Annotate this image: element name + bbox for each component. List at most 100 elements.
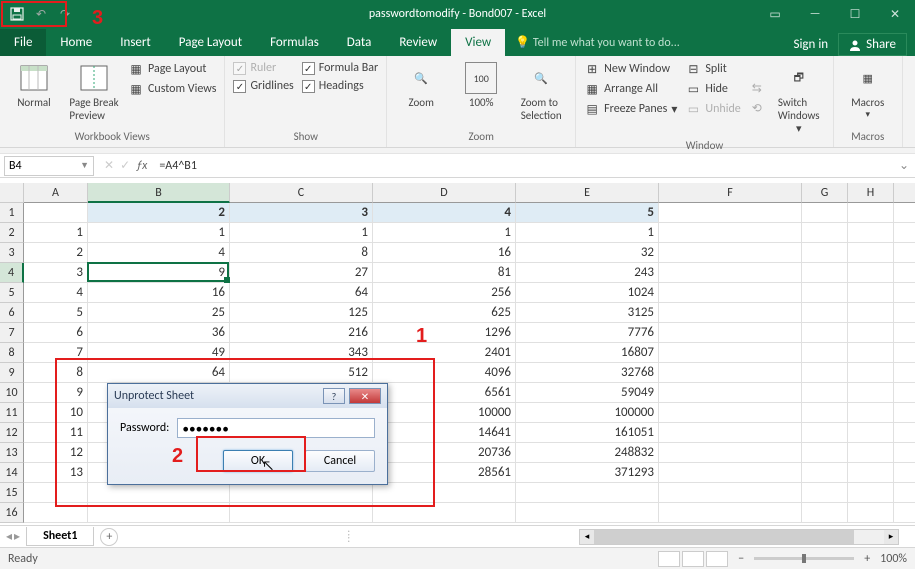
cell[interactable]: 27 (230, 263, 373, 283)
tab-data[interactable]: Data (333, 29, 386, 56)
cell[interactable] (802, 323, 848, 343)
cell[interactable]: 6 (24, 323, 88, 343)
cell[interactable] (894, 303, 915, 323)
cell[interactable] (802, 243, 848, 263)
cell[interactable]: 4 (88, 243, 230, 263)
cell[interactable] (894, 383, 915, 403)
cell[interactable] (894, 223, 915, 243)
cell[interactable] (894, 343, 915, 363)
cell[interactable]: 1 (516, 223, 659, 243)
cell[interactable] (848, 363, 894, 383)
cell[interactable]: 28561 (373, 463, 516, 483)
cell[interactable] (894, 283, 915, 303)
cell[interactable]: 32 (516, 243, 659, 263)
cell[interactable] (848, 283, 894, 303)
cell[interactable]: 2401 (373, 343, 516, 363)
zoom-in-button[interactable]: + (864, 552, 870, 566)
cell[interactable] (848, 323, 894, 343)
expand-formula-icon[interactable]: ⌄ (893, 158, 915, 173)
headings-checkbox[interactable]: ✓Headings (300, 78, 380, 94)
cell[interactable] (802, 423, 848, 443)
cell[interactable] (802, 383, 848, 403)
save-icon[interactable] (6, 3, 28, 25)
cell[interactable]: 371293 (516, 463, 659, 483)
formula-bar-checkbox[interactable]: ✓Formula Bar (300, 60, 380, 76)
row-header-14[interactable]: 14 (0, 463, 24, 483)
cell[interactable] (659, 283, 802, 303)
cell[interactable] (802, 463, 848, 483)
cell[interactable] (802, 223, 848, 243)
cell[interactable] (802, 303, 848, 323)
cell[interactable]: 3 (230, 203, 373, 223)
cell[interactable] (802, 483, 848, 503)
cell[interactable] (894, 503, 915, 523)
cell[interactable]: 5 (516, 203, 659, 223)
cell[interactable]: 7 (24, 343, 88, 363)
arrange-all-button[interactable]: ▦Arrange All (582, 80, 679, 98)
page-layout-button[interactable]: ▦Page Layout (126, 60, 218, 78)
macros-button[interactable]: ▦Macros▾ (840, 60, 896, 122)
formula-input[interactable]: =A4^B1 (153, 159, 893, 173)
split-button[interactable]: ⊟Split (683, 60, 742, 78)
reset-pos-button[interactable]: ⟲ (747, 100, 767, 118)
zoom-selection-button[interactable]: 🔍Zoom to Selection (513, 60, 569, 124)
cell[interactable]: 81 (373, 263, 516, 283)
cell[interactable]: 14641 (373, 423, 516, 443)
cell[interactable]: 49 (88, 343, 230, 363)
cell[interactable]: 9 (24, 383, 88, 403)
column-header-C[interactable]: C (230, 183, 373, 203)
cell[interactable]: 13 (24, 463, 88, 483)
cell[interactable] (24, 203, 88, 223)
cell[interactable] (802, 363, 848, 383)
cell[interactable]: 20736 (373, 443, 516, 463)
row-header-13[interactable]: 13 (0, 443, 24, 463)
column-header-E[interactable]: E (516, 183, 659, 203)
row-header-9[interactable]: 9 (0, 363, 24, 383)
cell[interactable] (230, 483, 373, 503)
cell[interactable]: 16 (373, 243, 516, 263)
gridlines-checkbox[interactable]: ✓Gridlines (231, 78, 295, 94)
cell[interactable]: 2 (88, 203, 230, 223)
redo-icon[interactable]: ↷ (54, 3, 76, 25)
tell-me-search[interactable]: 💡 Tell me what you want to do... (505, 29, 783, 56)
cell[interactable] (848, 383, 894, 403)
column-header-B[interactable]: B (88, 183, 230, 203)
cell[interactable] (659, 223, 802, 243)
row-header-16[interactable]: 16 (0, 503, 24, 523)
minimize-icon[interactable]: — (795, 0, 835, 28)
cell[interactable] (659, 443, 802, 463)
cancel-formula-icon[interactable]: ✕ (104, 158, 114, 173)
cell[interactable]: 36 (88, 323, 230, 343)
cell[interactable]: 625 (373, 303, 516, 323)
cell[interactable]: 12 (24, 443, 88, 463)
cell[interactable]: 8 (230, 243, 373, 263)
enter-formula-icon[interactable]: ✓ (120, 158, 130, 173)
cell[interactable]: 1 (24, 223, 88, 243)
cell[interactable] (659, 403, 802, 423)
row-header-15[interactable]: 15 (0, 483, 24, 503)
cell[interactable]: 1 (373, 223, 516, 243)
cell[interactable] (848, 203, 894, 223)
page-break-preview-button[interactable]: Page Break Preview (66, 60, 122, 124)
cell[interactable] (848, 343, 894, 363)
cell[interactable] (659, 503, 802, 523)
cell[interactable] (24, 483, 88, 503)
cell[interactable] (894, 203, 915, 223)
sign-in-link[interactable]: Sign in (783, 33, 838, 56)
cancel-button[interactable]: Cancel (305, 450, 375, 472)
cell[interactable]: 216 (230, 323, 373, 343)
dialog-close-button[interactable]: ✕ (349, 388, 381, 404)
cell[interactable] (88, 503, 230, 523)
cell[interactable] (659, 363, 802, 383)
cell[interactable]: 2 (24, 243, 88, 263)
cell[interactable]: 1 (230, 223, 373, 243)
cell[interactable] (848, 303, 894, 323)
select-all-corner[interactable] (0, 183, 24, 203)
cell[interactable] (894, 243, 915, 263)
switch-windows-button[interactable]: 🗗Switch Windows ▾ (771, 60, 827, 137)
zoom-level[interactable]: 100% (880, 552, 907, 566)
column-header-A[interactable]: A (24, 183, 88, 203)
row-header-1[interactable]: 1 (0, 203, 24, 223)
fx-icon[interactable]: ƒx (136, 159, 153, 173)
share-button[interactable]: Share (838, 33, 907, 56)
